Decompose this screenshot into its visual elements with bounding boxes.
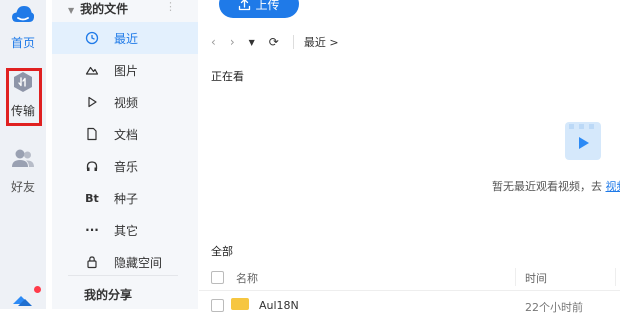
main-content: 上传 ‹ › ▼ ⟳ 最近 > 正在看 暂无最近观看视频，去 视频 全部 名称 … (199, 0, 620, 309)
nav-item-label: 音乐 (114, 158, 138, 175)
folder-icon (231, 298, 249, 310)
row-name: Aul18N (259, 299, 299, 312)
nav-divider (68, 275, 178, 276)
rail-home-label: 首页 (0, 34, 46, 51)
nav-item-label: 其它 (114, 222, 138, 239)
bt-icon: Bt (84, 192, 100, 205)
highlight-box (6, 68, 42, 126)
forward-icon[interactable]: › (230, 35, 235, 49)
more-icon: ··· (84, 223, 100, 237)
nav-item-label: 种子 (114, 190, 138, 207)
headphones-icon (84, 159, 100, 173)
rail-friends[interactable]: 好友 (0, 148, 46, 195)
play-icon (84, 95, 100, 109)
rail-home[interactable]: 首页 (0, 4, 46, 51)
more-options-icon[interactable]: ⋮ (165, 0, 176, 13)
row-checkbox[interactable] (211, 299, 224, 312)
rail-friends-label: 好友 (0, 178, 46, 195)
refresh-icon[interactable]: ⟳ (269, 35, 279, 49)
upload-icon (238, 0, 251, 11)
column-time-header[interactable]: 时间 (525, 270, 547, 286)
video-placeholder-icon (565, 122, 601, 160)
cloud-icon (11, 4, 35, 26)
upload-label: 上传 (255, 0, 279, 13)
empty-state-message: 暂无最近观看视频，去 (492, 180, 606, 193)
nav-item-documents[interactable]: 文档 (52, 118, 198, 150)
upload-button[interactable]: 上传 (219, 0, 299, 18)
nav-item-torrents[interactable]: Bt 种子 (52, 182, 198, 214)
nav-item-label: 视频 (114, 94, 138, 111)
files-nav-panel: ▼ 我的文件 ⋮ 最近 图片 视频 文档 音乐 Bt 种子 ··· 其它 隐藏空间… (52, 0, 198, 309)
friends-icon (11, 148, 35, 170)
notification-dot (34, 286, 41, 293)
left-rail: 首页 传输 好友 (0, 0, 46, 309)
breadcrumb[interactable]: 最近 > (304, 34, 339, 50)
select-all-checkbox[interactable] (211, 271, 224, 284)
empty-state-text: 暂无最近观看视频，去 视频 (492, 178, 620, 194)
column-name-header[interactable]: 名称 (236, 270, 258, 286)
nav-item-recent[interactable]: 最近 (52, 22, 198, 54)
nav-my-share[interactable]: 我的分享 (84, 286, 132, 303)
nav-item-label: 隐藏空间 (114, 254, 162, 271)
nav-toolbar: ‹ › ▼ ⟳ 最近 > (211, 32, 339, 52)
caret-down-icon: ▼ (68, 6, 74, 15)
lock-icon (84, 255, 100, 269)
toolbar-divider (293, 35, 294, 49)
section-all-title: 全部 (211, 243, 233, 259)
nav-item-hidden-space[interactable]: 隐藏空间 (52, 246, 198, 278)
empty-state-link[interactable]: 视频 (606, 180, 620, 193)
image-icon (84, 63, 100, 77)
nav-item-label: 文档 (114, 126, 138, 143)
nav-item-videos[interactable]: 视频 (52, 86, 198, 118)
section-watching-title: 正在看 (211, 68, 244, 84)
app-logo-icon[interactable] (10, 284, 36, 309)
row-time: 22个小时前 (525, 299, 583, 315)
column-divider (515, 268, 516, 286)
document-icon (84, 127, 100, 141)
nav-item-images[interactable]: 图片 (52, 54, 198, 86)
nav-item-label: 最近 (114, 30, 138, 47)
nav-item-music[interactable]: 音乐 (52, 150, 198, 182)
back-icon[interactable]: ‹ (211, 35, 216, 49)
nav-header-label: 我的文件 (80, 2, 128, 16)
clock-icon (84, 31, 100, 45)
history-dropdown-icon[interactable]: ▼ (249, 38, 255, 47)
table-row[interactable]: Aul18N 22个小时前 (199, 296, 620, 316)
table-header: 名称 时间 (199, 264, 620, 291)
nav-item-label: 图片 (114, 62, 138, 79)
nav-header[interactable]: ▼ 我的文件 (68, 0, 128, 17)
nav-item-others[interactable]: ··· 其它 (52, 214, 198, 246)
column-divider (615, 268, 616, 286)
